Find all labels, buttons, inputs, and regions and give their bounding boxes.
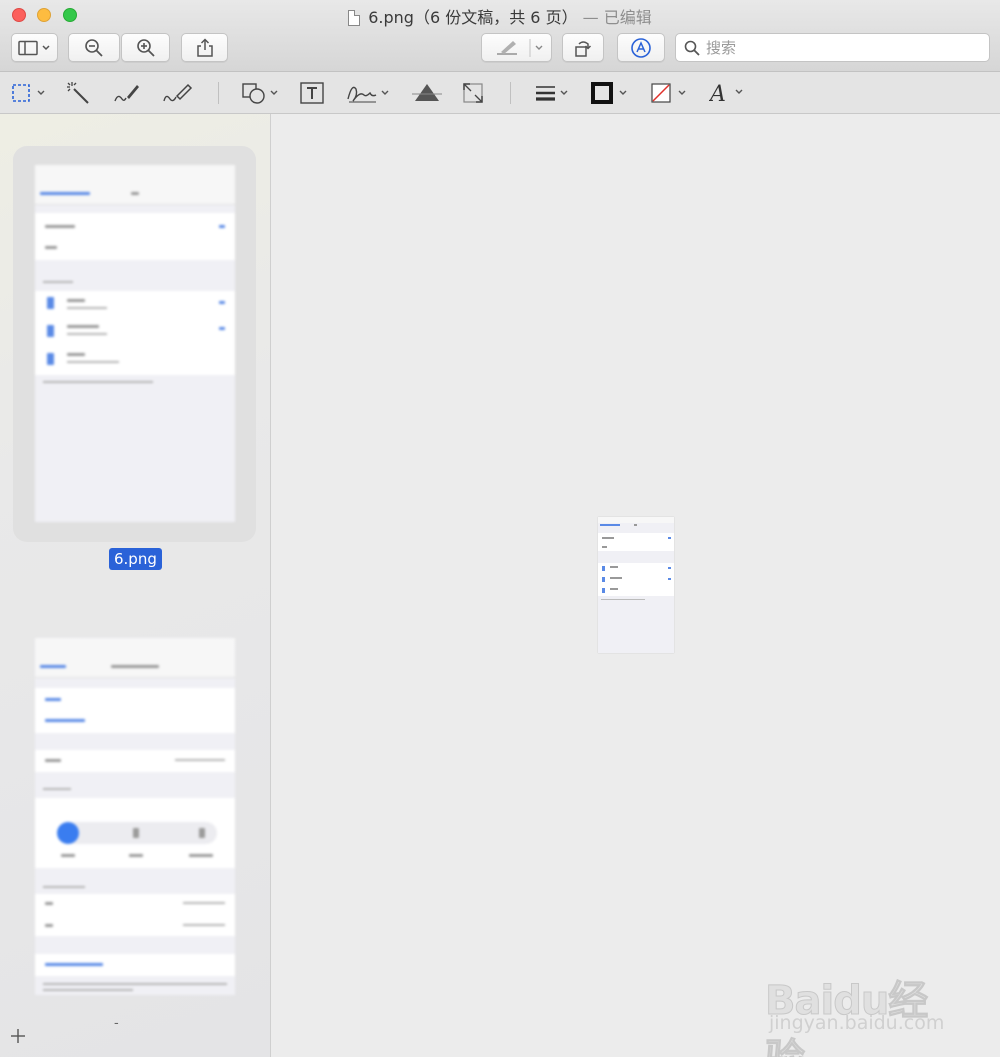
font-style-icon: A: [709, 82, 743, 105]
preview-window: 6.png（6 份文稿，共 6 页） — 已编辑 搜索 A 6.png - Ba…: [0, 0, 1000, 1057]
title-bar: 6.png（6 份文稿，共 6 页） — 已编辑: [0, 0, 1000, 72]
toolbar-divider: [218, 82, 219, 104]
search-icon: [684, 40, 700, 56]
prism-icon: [412, 84, 442, 101]
border-color-icon: [591, 82, 627, 104]
edited-status: — 已编辑: [582, 8, 652, 27]
rectangular-selection-icon: [12, 84, 45, 102]
text-tool-button[interactable]: [299, 79, 325, 107]
shapes-tool-button[interactable]: [242, 79, 282, 107]
fill-color-button[interactable]: [650, 79, 692, 107]
markup-toolbar: A: [0, 72, 1000, 114]
resize-icon: [463, 83, 483, 103]
shape-style-button[interactable]: [535, 79, 573, 107]
page-thumbnail-1[interactable]: [35, 165, 235, 522]
page-thumbnail-2[interactable]: [35, 638, 235, 995]
baidu-watermark: Baidu经验 jingyan.baidu.com: [765, 948, 965, 1057]
search-field[interactable]: [675, 33, 990, 62]
document-icon: [348, 10, 361, 26]
search-input[interactable]: [706, 38, 976, 57]
document-image[interactable]: [598, 517, 674, 653]
line-weight-icon: [536, 86, 568, 101]
sidebar-view-button[interactable]: [11, 33, 58, 62]
zoom-in-button[interactable]: [121, 33, 170, 62]
adjust-color-button[interactable]: [412, 79, 442, 107]
thumbnail-label-2[interactable]: -: [114, 1016, 119, 1031]
fill-color-icon: [651, 83, 686, 103]
watermark-url: jingyan.baidu.com: [769, 1012, 945, 1034]
rotate-icon: [575, 40, 592, 57]
share-icon: [196, 37, 213, 57]
svg-text:A: A: [709, 82, 726, 105]
signature-icon: [347, 86, 389, 103]
zoom-out-button[interactable]: [68, 33, 120, 62]
instant-alpha-button[interactable]: [66, 79, 92, 107]
add-page-button[interactable]: [10, 1027, 26, 1049]
plus-icon: [11, 1029, 25, 1043]
magic-wand-icon: [67, 82, 89, 104]
window-title-text: 6.png（6 份文稿，共 6 页）: [368, 8, 578, 27]
markup-icon: [631, 37, 651, 58]
shapes-icon: [242, 83, 278, 104]
thumbnail-sidebar: 6.png -: [0, 114, 271, 1057]
sketch-tool-button[interactable]: [113, 79, 141, 107]
document-canvas[interactable]: [272, 114, 1000, 1057]
selection-tool-button[interactable]: [11, 79, 49, 107]
zoom-out-icon: [85, 38, 103, 57]
zoom-in-icon: [136, 38, 155, 57]
text-style-button[interactable]: A: [709, 79, 749, 107]
thumbnail-label-1[interactable]: 6.png: [109, 548, 162, 570]
highlight-button[interactable]: [481, 33, 552, 62]
window-title: 6.png（6 份文稿，共 6 页） — 已编辑: [0, 4, 1000, 28]
sketch-icon: [114, 85, 139, 102]
border-color-button[interactable]: [591, 79, 633, 107]
text-box-icon: [300, 82, 324, 104]
sign-tool-button[interactable]: [346, 79, 394, 107]
draw-icon: [163, 83, 193, 102]
highlighter-icon: [496, 38, 542, 57]
rotate-button[interactable]: [562, 33, 604, 62]
toolbar-divider: [510, 82, 511, 104]
draw-tool-button[interactable]: [162, 79, 194, 107]
adjust-size-button[interactable]: [461, 79, 485, 107]
share-button[interactable]: [181, 33, 228, 62]
markup-toolbar-button[interactable]: [617, 33, 665, 62]
sidebar-icon: [17, 40, 50, 55]
